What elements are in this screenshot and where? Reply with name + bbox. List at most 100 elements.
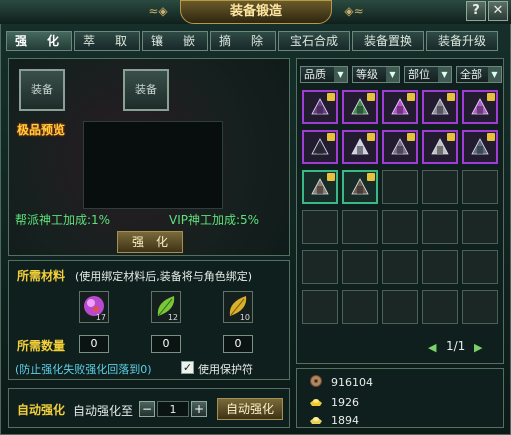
quantity-box-3: 0 xyxy=(223,335,253,353)
inventory-slot-empty[interactable] xyxy=(302,250,338,284)
inventory-slot-empty[interactable] xyxy=(422,210,458,244)
materials-title: 所需材料 xyxy=(17,269,66,283)
materials-panel: 所需材料 (使用绑定材料后,装备将与角色绑定) 17 12 10 所需数量 0 … xyxy=(8,260,290,380)
close-button[interactable]: ✕ xyxy=(488,1,508,21)
filter-level[interactable]: 等级 ▼ xyxy=(352,66,400,83)
auto-enhance-target-label: 自动强化至 xyxy=(73,404,134,418)
filter-level-label: 等级 xyxy=(356,68,378,81)
inventory-slot-empty[interactable] xyxy=(422,290,458,324)
inventory-item[interactable] xyxy=(302,170,338,204)
inventory-slot-empty[interactable] xyxy=(382,250,418,284)
tab-extract[interactable]: 萃 取 xyxy=(74,31,140,51)
gold-ingot-icon xyxy=(310,399,322,406)
filter-slot[interactable]: 部位 ▼ xyxy=(404,66,452,83)
filter-quality-label: 品质 xyxy=(304,68,326,81)
chevron-down-icon: ▼ xyxy=(438,67,451,82)
inventory-slot-empty[interactable] xyxy=(342,250,378,284)
lock-icon xyxy=(327,133,335,141)
inventory-item[interactable] xyxy=(342,170,378,204)
quantity-box-1: 0 xyxy=(79,335,109,353)
protect-label[interactable]: 使用保护符 xyxy=(198,361,253,377)
filter-slot-label: 部位 xyxy=(408,68,430,81)
inventory-slot-empty[interactable] xyxy=(302,290,338,324)
tab-equipment-upgrade[interactable]: 装备升级 xyxy=(426,31,498,51)
material-slot-2[interactable]: 12 xyxy=(151,291,181,323)
material-count: 17 xyxy=(95,313,106,322)
material-slot-1[interactable]: 17 xyxy=(79,291,109,323)
equipment-slot-left[interactable]: 装备 xyxy=(19,69,65,111)
inventory-item[interactable] xyxy=(422,90,458,124)
preview-label: 极品预览 xyxy=(17,123,66,137)
material-slot-3[interactable]: 10 xyxy=(223,291,253,323)
protect-checkbox[interactable]: ✓ xyxy=(181,361,194,374)
window-title: 装备锻造 xyxy=(180,0,332,24)
tab-gem-synthesis[interactable]: 宝石合成 xyxy=(278,31,350,51)
auto-enhance-title: 自动强化 xyxy=(17,403,66,417)
quantity-box-2: 0 xyxy=(151,335,181,353)
tab-remove[interactable]: 摘 除 xyxy=(210,31,276,51)
lock-icon xyxy=(367,93,375,101)
inventory-slot-empty[interactable] xyxy=(382,290,418,324)
inventory-slot-empty[interactable] xyxy=(382,210,418,244)
currency-panel: 916104 1926 1894 xyxy=(296,368,504,428)
lock-icon xyxy=(407,133,415,141)
material-count: 10 xyxy=(239,313,250,322)
lock-icon xyxy=(447,133,455,141)
increment-button[interactable]: + xyxy=(191,401,207,417)
quantity-label: 所需数量 xyxy=(17,339,66,353)
guild-bonus-text: 帮派神工加成:1% xyxy=(15,213,111,227)
enhance-button[interactable]: 强 化 xyxy=(117,231,183,253)
inventory-slot-empty[interactable] xyxy=(302,210,338,244)
title-bar: ≈◈ 装备锻造 ◈≈ ? ✕ xyxy=(0,0,511,24)
inventory-item[interactable] xyxy=(302,90,338,124)
tab-inlay[interactable]: 镶 嵌 xyxy=(142,31,208,51)
filter-quality[interactable]: 品质 ▼ xyxy=(300,66,348,83)
inventory-slot-empty[interactable] xyxy=(462,170,498,204)
materials-hint: (使用绑定材料后,装备将与角色绑定) xyxy=(75,270,253,283)
title-ornament-right: ◈≈ xyxy=(344,4,364,18)
lock-icon xyxy=(327,93,335,101)
inventory-item[interactable] xyxy=(462,130,498,164)
auto-enhance-level-input[interactable]: 1 xyxy=(157,401,189,417)
gold-ingot-value: 1926 xyxy=(331,396,359,409)
coin-icon xyxy=(310,375,322,387)
vip-bonus-text: VIP神工加成:5% xyxy=(169,213,260,227)
inventory-item[interactable] xyxy=(302,130,338,164)
inventory-slot-empty[interactable] xyxy=(422,170,458,204)
lock-icon xyxy=(367,173,375,181)
inventory-item[interactable] xyxy=(462,90,498,124)
tab-enhance[interactable]: 强 化 xyxy=(6,31,72,51)
lock-icon xyxy=(367,133,375,141)
coin-value: 916104 xyxy=(331,376,373,389)
inventory-item[interactable] xyxy=(342,130,378,164)
inventory-slot-empty[interactable] xyxy=(462,290,498,324)
inventory-slot-empty[interactable] xyxy=(462,250,498,284)
inventory-slot-empty[interactable] xyxy=(382,170,418,204)
enhance-panel: 装备 装备 极品预览 帮派神工加成:1% VIP神工加成:5% 强 化 xyxy=(8,58,290,256)
inventory-slot-empty[interactable] xyxy=(422,250,458,284)
inventory-item[interactable] xyxy=(382,130,418,164)
prev-page-icon[interactable]: ◀ xyxy=(428,341,436,354)
inventory-item[interactable] xyxy=(342,90,378,124)
inventory-slot-empty[interactable] xyxy=(342,290,378,324)
title-ornament-left: ≈◈ xyxy=(148,4,168,18)
page-indicator: 1/1 xyxy=(446,339,466,353)
decrement-button[interactable]: − xyxy=(139,401,155,417)
inventory-slot-empty[interactable] xyxy=(462,210,498,244)
auto-enhance-button[interactable]: 自动强化 xyxy=(217,398,283,420)
help-button[interactable]: ? xyxy=(466,1,486,21)
filter-all[interactable]: 全部 ▼ xyxy=(456,66,502,83)
lock-icon xyxy=(487,93,495,101)
inventory-slot-empty[interactable] xyxy=(342,210,378,244)
equipment-slot-right[interactable]: 装备 xyxy=(123,69,169,111)
lock-icon xyxy=(447,93,455,101)
tab-equipment-swap[interactable]: 装备置换 xyxy=(352,31,424,51)
next-page-icon[interactable]: ▶ xyxy=(474,341,482,354)
material-count: 12 xyxy=(167,313,178,322)
preview-box xyxy=(83,121,223,209)
lock-icon xyxy=(487,133,495,141)
chevron-down-icon: ▼ xyxy=(386,67,399,82)
inventory-item[interactable] xyxy=(382,90,418,124)
inventory-item[interactable] xyxy=(422,130,458,164)
filter-all-label: 全部 xyxy=(460,68,482,81)
